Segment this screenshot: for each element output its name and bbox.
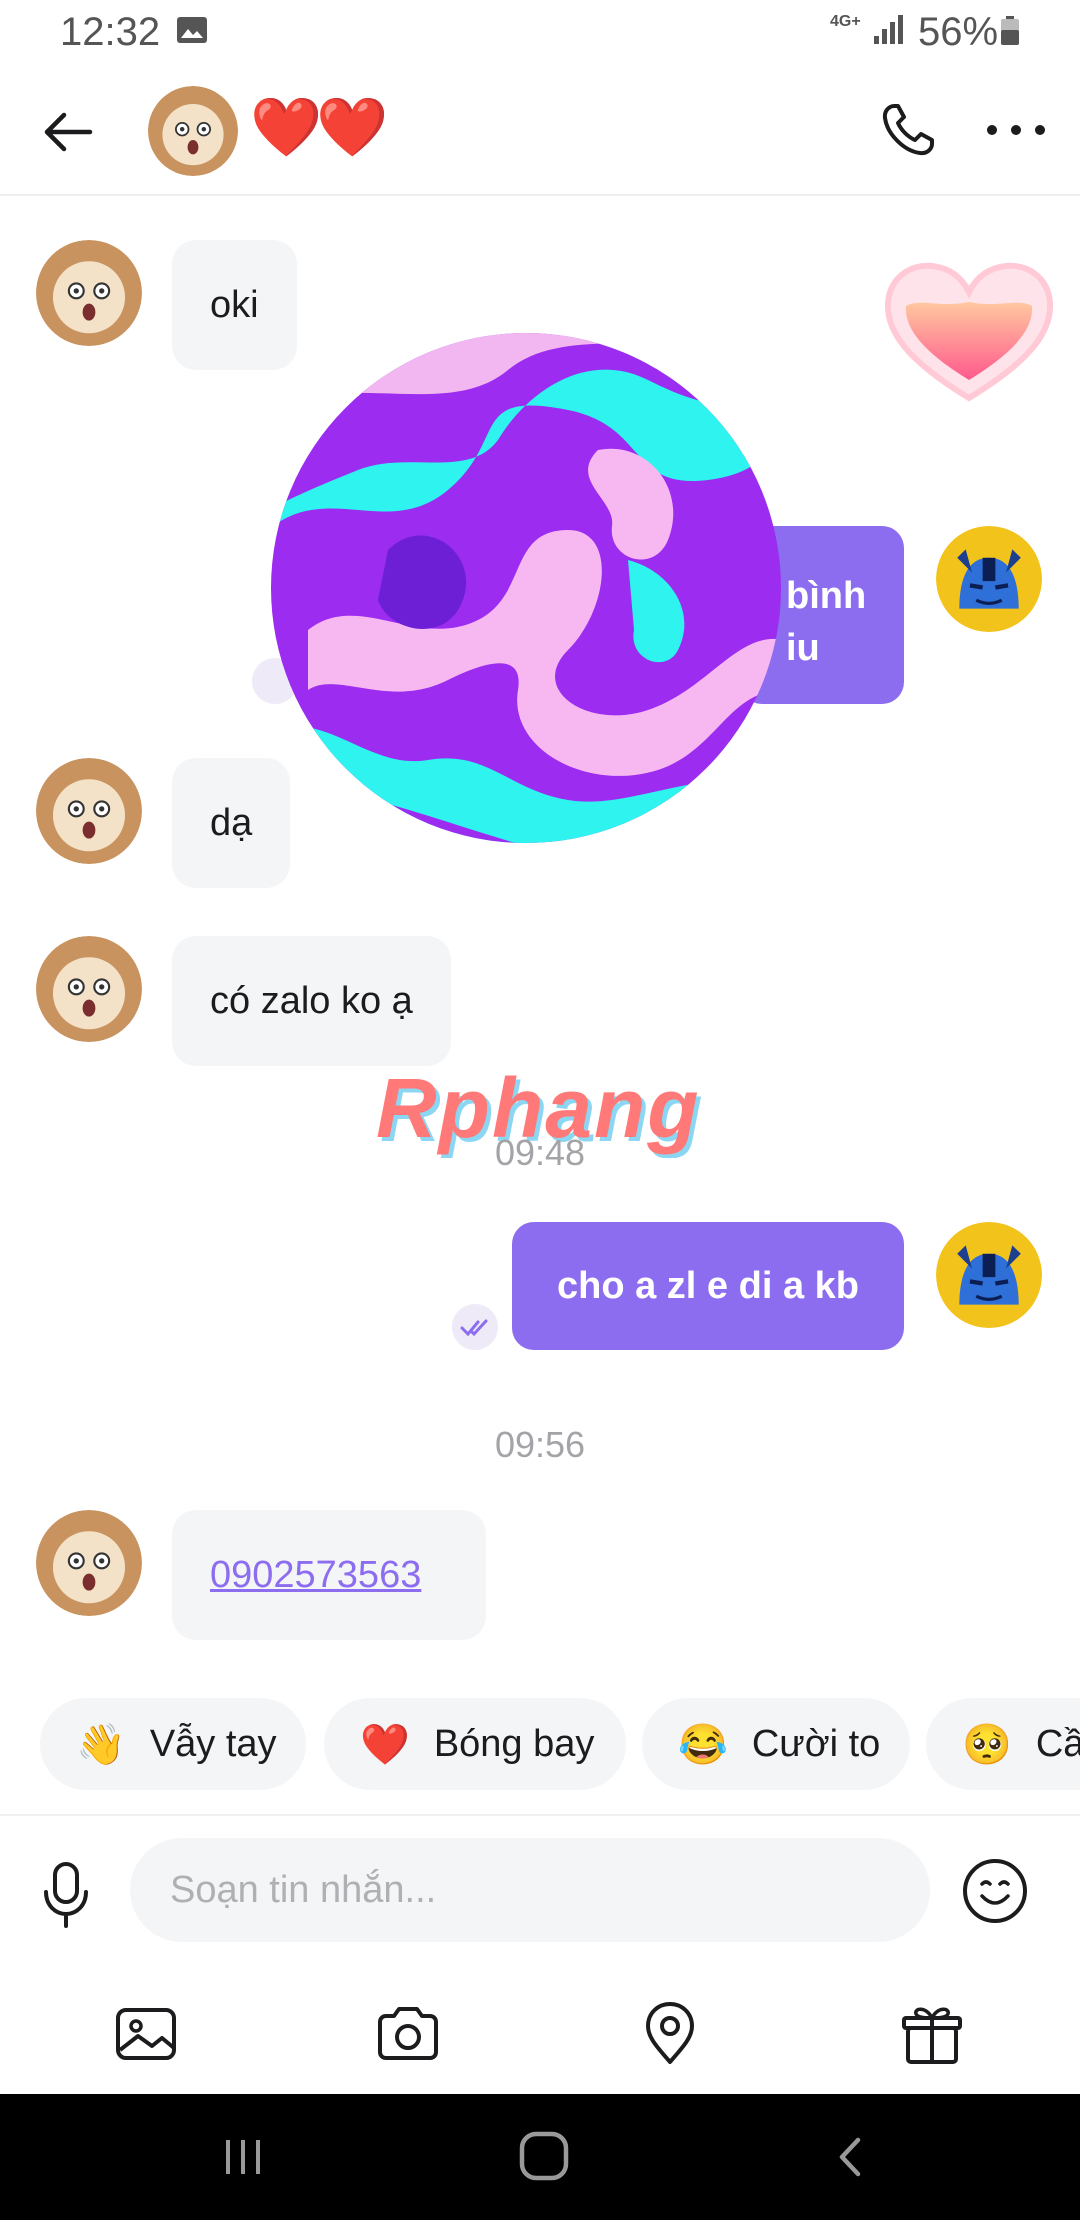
outgoing-message-line: iu (786, 627, 820, 669)
system-navigation-bar (0, 2094, 1080, 2220)
attachment-toolbar (0, 1964, 1080, 2094)
signal-icon (874, 15, 903, 44)
phone-number-link[interactable]: 0902573563 (210, 1554, 421, 1596)
quick-reply-label: Vẫy tay (149, 1722, 277, 1765)
quick-reply-plead[interactable]: 🥺 Cầ (926, 1698, 1080, 1790)
quick-reply-label: Cầ (1035, 1722, 1080, 1765)
status-time: 12:32 (60, 10, 161, 54)
message-timestamp: 09:56 (494, 1424, 586, 1465)
battery-icon (1001, 16, 1019, 45)
location-icon[interactable] (636, 2000, 704, 2068)
incoming-message[interactable]: có zalo ko ạ (172, 936, 451, 1066)
incoming-message: 0902573563 (172, 1510, 486, 1640)
contact-avatar-small[interactable] (36, 758, 142, 864)
outgoing-message[interactable]: cho a zl e di a kb (512, 1222, 904, 1350)
contact-avatar[interactable] (148, 86, 238, 176)
user-avatar[interactable] (936, 1222, 1042, 1328)
quick-reply-balloon[interactable]: ❤️ Bóng bay (324, 1698, 626, 1790)
status-bar: 12:32 4G+ 56% (0, 0, 1080, 70)
back-arrow-icon[interactable] (36, 100, 100, 164)
seen-check-icon (452, 1304, 498, 1350)
waving-hand-icon: 👋 (76, 1722, 126, 1767)
quick-reply-label: Bóng bay (433, 1722, 595, 1765)
heart-icon: ❤️ (360, 1722, 410, 1767)
quick-reply-label: Cười to (751, 1722, 881, 1765)
gallery-notification-icon (177, 17, 207, 43)
gift-icon[interactable] (898, 2000, 966, 2068)
contact-avatar-small[interactable] (36, 1510, 142, 1616)
system-back-icon[interactable] (826, 2132, 876, 2182)
pleading-face-icon: 🥺 (962, 1722, 1012, 1767)
recent-apps-icon[interactable] (218, 2132, 268, 2182)
camera-icon[interactable] (374, 2000, 442, 2068)
outgoing-message-line: bình (786, 575, 867, 617)
battery-percent: 56% (918, 10, 999, 54)
emoji-icon[interactable] (960, 1856, 1030, 1926)
contact-avatar-small[interactable] (36, 936, 142, 1042)
message-input[interactable]: Soạn tin nhắn... (130, 1838, 930, 1942)
contact-name[interactable]: ❤️❤️ (250, 94, 388, 162)
contact-avatar-small[interactable] (36, 240, 142, 346)
user-avatar[interactable] (936, 526, 1042, 632)
image-icon[interactable] (112, 2000, 180, 2068)
heart-sticker-icon (884, 262, 1054, 402)
marble-sticker-icon (271, 333, 781, 843)
quick-reply-wave[interactable]: 👋 Vẫy tay (40, 1698, 306, 1790)
phone-icon[interactable] (876, 98, 940, 162)
microphone-icon[interactable] (38, 1860, 94, 1930)
laughing-face-icon: 😂 (678, 1722, 728, 1767)
composer-bar: Soạn tin nhắn... (0, 1814, 1080, 1966)
chat-header: ❤️❤️ (0, 70, 1080, 196)
network-type: 4G+ (830, 13, 861, 30)
incoming-message[interactable]: dạ (172, 758, 291, 888)
home-icon[interactable] (516, 2128, 572, 2184)
message-timestamp: 09:48 (494, 1132, 586, 1173)
more-options-icon[interactable] (980, 98, 1052, 162)
quick-reply-laugh[interactable]: 😂 Cười to (642, 1698, 910, 1790)
